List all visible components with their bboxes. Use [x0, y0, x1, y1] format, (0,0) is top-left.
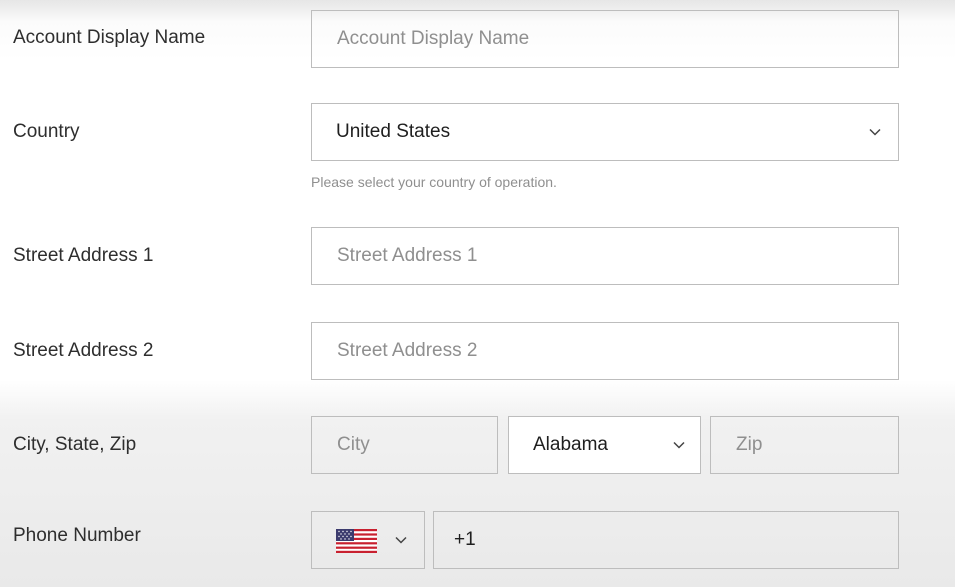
chevron-down-icon	[395, 536, 407, 544]
state-selected-value: Alabama	[533, 434, 608, 455]
city-state-zip-label: City, State, Zip	[13, 434, 137, 455]
street-address-2-input[interactable]	[311, 322, 899, 380]
phone-number-label: Phone Number	[13, 525, 141, 546]
country-label: Country	[13, 121, 80, 142]
chevron-down-icon	[869, 128, 881, 136]
country-selected-value: United States	[336, 121, 451, 142]
city-input[interactable]	[311, 416, 498, 474]
street-address-2-label: Street Address 2	[13, 340, 154, 361]
page-background	[0, 0, 955, 587]
phone-country-select[interactable]	[311, 511, 425, 569]
account-display-name-label: Account Display Name	[13, 27, 206, 48]
street-address-1-input[interactable]	[311, 227, 899, 285]
account-display-name-input[interactable]	[311, 10, 899, 68]
state-select[interactable]: Alabama	[508, 416, 701, 474]
zip-input[interactable]	[710, 416, 899, 474]
street-address-1-label: Street Address 1	[13, 245, 154, 266]
us-flag-icon	[336, 529, 377, 553]
phone-number-input[interactable]	[433, 511, 899, 569]
country-select[interactable]: United States	[311, 103, 899, 161]
chevron-down-icon	[673, 441, 685, 449]
country-helper-text: Please select your country of operation.	[311, 174, 557, 190]
